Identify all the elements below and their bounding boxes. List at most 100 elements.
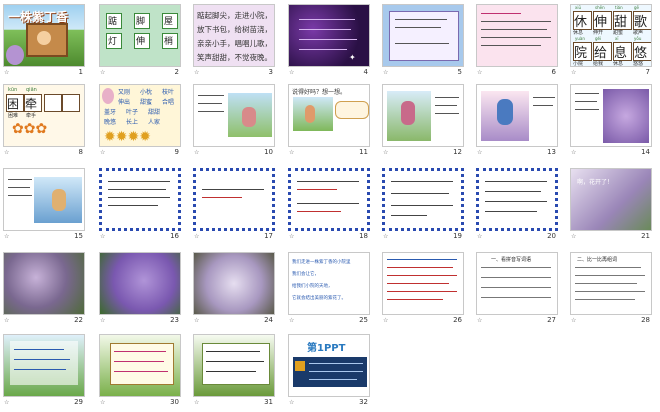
slide-thumb-17[interactable]: ☆ 17 <box>193 168 275 246</box>
slide-thumb-24[interactable]: ☆ 24 <box>193 252 275 330</box>
slide-number: 18 <box>359 232 368 240</box>
pinyin: gěi <box>595 36 602 41</box>
slide-preview: 踮 脚 屋 灯 伸 梢 <box>99 4 181 67</box>
slide-thumb-30[interactable]: ☆ 30 <box>99 334 181 412</box>
text-line <box>108 189 166 190</box>
flower-icon: ✿✿✿ <box>12 121 48 137</box>
slide-thumb-1[interactable]: 一株紫丁香 ☆ 1 <box>3 4 85 82</box>
slide-thumb-9[interactable]: 又刚 小枕 枝叶 伸出 甜蜜 合唱 盖牙 叶子 甜甜 晚悠 长上 人家 ✹✹✹✹… <box>99 84 181 162</box>
sparkle-icon: ✦ <box>349 53 356 62</box>
slide-number: 14 <box>641 148 650 156</box>
text-line <box>387 259 457 260</box>
poem-line: 亲亲小手，唱唱儿歌， <box>197 39 272 48</box>
slide-thumb-19[interactable]: ☆ 19 <box>382 168 464 246</box>
slide-thumb-3[interactable]: 踮起脚尖，走进小院， 放下书包，给树苗浇， 亲亲小手，唱唱儿歌， 笑声甜甜，不觉… <box>193 4 275 82</box>
slide-number: 15 <box>74 232 83 240</box>
char-text: 脚 <box>136 17 146 27</box>
slide-transition-icon: ☆ <box>100 233 106 240</box>
text-line <box>435 97 459 98</box>
text-line <box>481 21 551 22</box>
text-line <box>575 291 645 292</box>
slide-preview: 啊，花开了！ <box>570 168 652 231</box>
word-text: 叶子 <box>126 109 139 116</box>
pinyin: kūn <box>8 87 18 93</box>
child-illustration <box>305 105 315 123</box>
word-text: 盖牙 <box>104 109 117 116</box>
slide-transition-icon: ☆ <box>383 69 389 76</box>
slide-thumb-20[interactable]: ☆ 20 <box>476 168 558 246</box>
slide-thumb-6[interactable]: ☆ 6 <box>476 4 558 82</box>
slide-thumb-28[interactable]: 二、比一比再组词 ☆ 28 <box>570 252 652 330</box>
word-text: 甜蜜 <box>613 30 624 36</box>
slide-preview <box>193 84 275 147</box>
slide-number: 12 <box>453 148 462 156</box>
slide-thumb-14[interactable]: ☆ 14 <box>570 84 652 162</box>
banner-icon <box>295 361 305 371</box>
text-line <box>114 361 164 362</box>
text-line <box>387 275 457 276</box>
slide-thumb-13[interactable]: ☆ 13 <box>476 84 558 162</box>
word-text: 甜甜 <box>148 109 161 116</box>
slide-thumb-15[interactable]: ☆ 15 <box>3 168 85 246</box>
slide-preview <box>382 168 464 231</box>
slide-transition-icon: ☆ <box>100 399 106 406</box>
slide-transition-icon: ☆ <box>194 149 200 156</box>
slide-preview: ✦ <box>288 4 370 67</box>
text-line <box>485 211 537 212</box>
slide-thumb-21[interactable]: 啊，花开了！ ☆ 21 <box>570 168 652 246</box>
text-line <box>391 193 449 194</box>
slide-thumb-29[interactable]: ☆ 29 <box>3 334 85 412</box>
text-line <box>387 299 443 300</box>
word-text: 又刚 <box>118 89 131 96</box>
slide-transition-icon: ☆ <box>100 317 106 324</box>
slide-preview <box>3 334 85 397</box>
word-text: 伸出 <box>118 99 131 106</box>
slide-thumb-2[interactable]: 踮 脚 屋 灯 伸 梢 ☆ 2 <box>99 4 181 82</box>
word-text: 甜蜜 <box>140 99 153 106</box>
slide-thumb-18[interactable]: ☆ 18 <box>288 168 370 246</box>
slide-number: 20 <box>547 232 556 240</box>
slide-thumb-22[interactable]: ☆ 22 <box>3 252 85 330</box>
slide-thumb-11[interactable]: 说得好吗？想一想。 ☆ 11 <box>288 84 370 162</box>
text-line <box>395 27 441 28</box>
text-line <box>391 205 453 206</box>
slide-preview <box>99 334 181 397</box>
text-line <box>533 105 553 106</box>
slide-thumb-23[interactable]: ☆ 23 <box>99 252 181 330</box>
slide-transition-icon: ☆ <box>289 317 295 324</box>
word-text: 长上 <box>126 119 139 126</box>
text-line <box>202 197 242 198</box>
char-box <box>62 94 80 112</box>
slide-transition-icon: ☆ <box>100 69 106 76</box>
slide-thumb-5[interactable]: ☆ 5 <box>382 4 464 82</box>
slide-thumb-25[interactable]: 我们走进一株紫丁香的小院里 我们会让它， 给我们小院的天地， 它就会结出美丽的紫… <box>288 252 370 330</box>
slide-transition-icon: ☆ <box>477 317 483 324</box>
slide-thumb-26[interactable]: ☆ 26 <box>382 252 464 330</box>
slide-preview: xiū shēn tián gē 休 伸 甜 歌 休息 伸开 甜蜜 歌声 yuà… <box>570 4 652 67</box>
slide-thumb-27[interactable]: 一、看拼音写词语 ☆ 27 <box>476 252 558 330</box>
slide-preview <box>193 252 275 315</box>
slide-thumb-8[interactable]: kūn qiān 困 牵 困难 牵手 ✿✿✿ ☆ 8 <box>3 84 85 162</box>
slide-transition-icon: ☆ <box>383 233 389 240</box>
slide-thumb-16[interactable]: ☆ 16 <box>99 168 181 246</box>
slide-thumb-12[interactable]: ☆ 12 <box>382 84 464 162</box>
text-line <box>108 205 158 206</box>
slide-thumb-10[interactable]: ☆ 10 <box>193 84 275 162</box>
text-line <box>485 201 547 202</box>
slide-transition-icon: ☆ <box>383 317 389 324</box>
slide-thumb-7[interactable]: xiū shēn tián gē 休 伸 甜 歌 休息 伸开 甜蜜 歌声 yuà… <box>570 4 652 82</box>
slide-thumb-32[interactable]: 第1PPT ☆ 32 <box>288 334 370 412</box>
text-line <box>575 283 637 284</box>
slide-transition-icon: ☆ <box>289 233 295 240</box>
slide-number: 25 <box>359 316 368 324</box>
pinyin: yōu <box>634 36 642 41</box>
slide-thumb-31[interactable]: ☆ 31 <box>193 334 275 412</box>
text-line <box>299 49 347 50</box>
slide-transition-icon: ☆ <box>383 149 389 156</box>
text-panel <box>110 343 174 385</box>
slide-preview <box>3 168 85 231</box>
char-text: 悠 <box>634 46 648 61</box>
text-line <box>198 111 224 112</box>
slide-preview: 又刚 小枕 枝叶 伸出 甜蜜 合唱 盖牙 叶子 甜甜 晚悠 长上 人家 ✹✹✹✹ <box>99 84 181 147</box>
slide-thumb-4[interactable]: ✦ ☆ 4 <box>288 4 370 82</box>
